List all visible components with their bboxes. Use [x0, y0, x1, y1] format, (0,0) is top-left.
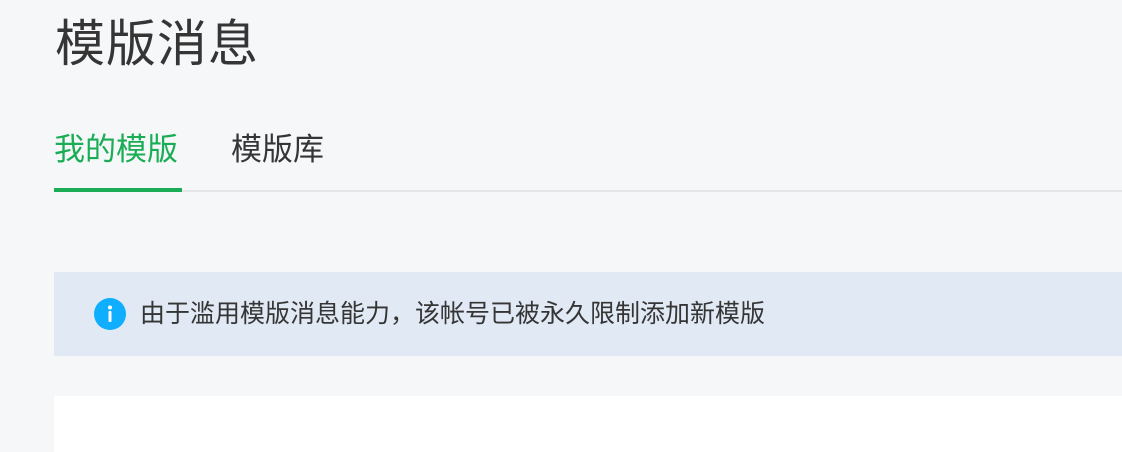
tab-my-templates[interactable]: 我的模版: [54, 128, 178, 172]
tab-template-library-label: 模版库: [231, 132, 324, 168]
info-icon: [94, 298, 126, 330]
active-tab-indicator: [54, 188, 182, 192]
tab-template-library[interactable]: 模版库: [231, 128, 324, 172]
tab-bar: 我的模版 模版库: [54, 120, 1122, 192]
page-title: 模版消息: [55, 15, 259, 73]
restriction-notice: 由于滥用模版消息能力，该帐号已被永久限制添加新模版: [54, 272, 1122, 356]
notice-text: 由于滥用模版消息能力，该帐号已被永久限制添加新模版: [140, 299, 766, 328]
template-list-panel: [54, 396, 1122, 452]
tab-my-templates-label: 我的模版: [54, 132, 178, 168]
